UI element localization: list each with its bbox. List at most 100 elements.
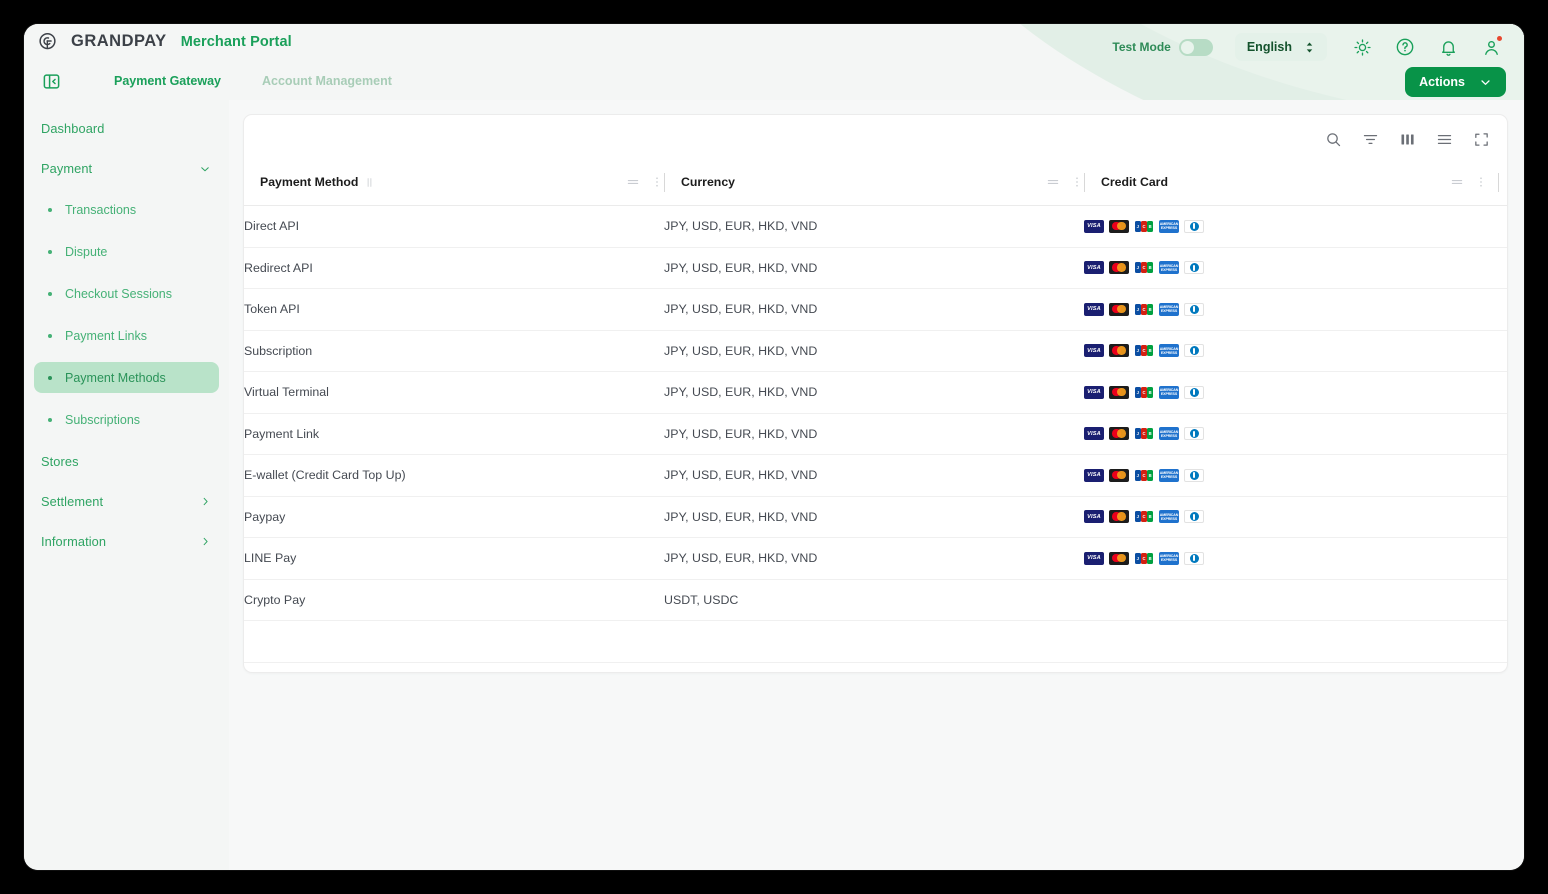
actions-button-label: Actions <box>1419 75 1465 89</box>
sidebar-item-dispute[interactable]: Dispute <box>34 236 219 267</box>
tab-account-management[interactable]: Account Management <box>260 70 394 92</box>
card-brand-list: VISA J C B AMERICAN EXPRESS <box>1084 302 1507 316</box>
card-brand-list: VISA J C B AMERICAN EXPRESS <box>1084 385 1507 399</box>
cell-credit-card: VISA J C B AMERICAN EXPRESS <box>1084 288 1507 331</box>
column-menu-icon[interactable] <box>1450 175 1464 189</box>
filler-cell <box>244 620 664 663</box>
table-row[interactable]: Direct API JPY, USD, EUR, HKD, VND VISA J C B… <box>244 205 1507 248</box>
diners-club-icon <box>1184 261 1204 275</box>
jcb-icon: JCB <box>1134 551 1154 565</box>
table-row[interactable]: Virtual Terminal JPY, USD, EUR, HKD, VND V… <box>244 371 1507 414</box>
cell-currency: JPY, USD, EUR, HKD, VND <box>664 205 1084 248</box>
search-button[interactable] <box>1323 129 1343 149</box>
jcb-icon: JCB <box>1134 510 1154 524</box>
sidebar-item-checkout-sessions[interactable]: Checkout Sessions <box>34 278 219 309</box>
tab-payment-gateway[interactable]: Payment Gateway <box>112 70 223 92</box>
column-divider[interactable] <box>1498 172 1499 192</box>
table-row[interactable]: Token API JPY, USD, EUR, HKD, VND VISA J C B A… <box>244 288 1507 331</box>
user-account-button[interactable] <box>1476 32 1506 62</box>
help-button[interactable] <box>1390 32 1420 62</box>
visa-icon: VISA <box>1084 427 1104 441</box>
cell-credit-card: VISA J C B AMERICAN EXPRESS <box>1084 371 1507 414</box>
app-window: GRANDPAY Merchant Portal Payment Gateway… <box>24 24 1524 870</box>
sidebar-item-transactions[interactable]: Transactions <box>34 194 219 225</box>
density-button[interactable] <box>1434 129 1454 149</box>
amex-icon: AMERICAN EXPRESS <box>1159 427 1179 441</box>
cell-currency: JPY, USD, EUR, HKD, VND <box>664 537 1084 580</box>
jcb-icon: JCB <box>1134 219 1154 233</box>
test-mode-toggle[interactable] <box>1178 38 1213 56</box>
table-scrollbar[interactable] <box>1499 211 1504 666</box>
sidebar-item-label: Information <box>41 534 107 549</box>
sidebar-collapse-button[interactable] <box>38 68 64 94</box>
payment-methods-card: Payment Method Currency Credit Card Dire… <box>243 114 1508 673</box>
sidebar-item-stores[interactable]: Stores <box>24 447 229 476</box>
column-menu-icon[interactable] <box>626 175 640 189</box>
sidebar-item-payment[interactable]: Payment <box>24 154 229 183</box>
fullscreen-button[interactable] <box>1471 129 1491 149</box>
sidebar-item-subscriptions[interactable]: Subscriptions <box>34 404 219 435</box>
mastercard-icon <box>1109 302 1129 316</box>
notification-bell-icon <box>1441 40 1455 56</box>
sort-updown-icon[interactable] <box>364 177 375 188</box>
filler-cell <box>1084 620 1507 663</box>
cell-credit-card: VISA J C B AMERICAN EXPRESS <box>1084 330 1507 372</box>
cell-credit-card: VISA J C B AMERICAN EXPRESS <box>1084 454 1507 497</box>
table-row[interactable]: E-wallet (Credit Card Top Up) JPY, USD, E… <box>244 454 1507 497</box>
language-select[interactable]: English <box>1234 33 1327 61</box>
notifications-button[interactable] <box>1433 32 1463 62</box>
sidebar-item-payment-methods[interactable]: Payment Methods <box>34 362 219 393</box>
column-more-icon[interactable] <box>1070 175 1084 189</box>
columns-button[interactable] <box>1397 129 1417 149</box>
table-row[interactable]: Subscription JPY, USD, EUR, HKD, VND VISA J… <box>244 330 1507 372</box>
sidebar-item-dashboard[interactable]: Dashboard <box>24 114 229 143</box>
sidebar-subitem-label: Payment Links <box>65 328 147 343</box>
sidebar-item-label: Settlement <box>41 494 104 509</box>
amex-icon: AMERICAN EXPRESS <box>1159 302 1179 316</box>
mastercard-icon <box>1109 385 1129 399</box>
sidebar-item-label: Stores <box>41 454 79 469</box>
sidebar-item-payment-links[interactable]: Payment Links <box>34 320 219 351</box>
sidebar-subitem-label: Payment Methods <box>65 370 166 385</box>
notification-badge-dot <box>1497 36 1502 41</box>
table-row[interactable]: LINE Pay JPY, USD, EUR, HKD, VND VISA J C B AM… <box>244 537 1507 580</box>
toggle-knob <box>1180 40 1194 54</box>
actions-button[interactable]: Actions <box>1405 67 1506 97</box>
cell-payment-method: Redirect API <box>244 247 664 289</box>
card-brand-list: VISA J C B AMERICAN EXPRESS <box>1084 510 1507 524</box>
columns-icon <box>1400 134 1414 144</box>
visa-icon: VISA <box>1084 551 1104 565</box>
cell-currency: JPY, USD, EUR, HKD, VND <box>664 330 1084 372</box>
column-more-icon[interactable] <box>650 175 664 189</box>
theme-toggle-button[interactable] <box>1347 32 1377 62</box>
column-menu-icon[interactable] <box>1046 175 1060 189</box>
cell-payment-method: LINE Pay <box>244 537 664 580</box>
column-divider[interactable] <box>664 172 665 192</box>
cell-payment-method: Subscription <box>244 330 664 372</box>
filter-button[interactable] <box>1360 129 1380 149</box>
cell-credit-card: VISA J C B AMERICAN EXPRESS <box>1084 247 1507 289</box>
bullet-icon <box>48 291 52 296</box>
help-circle-icon <box>1396 38 1414 56</box>
brand-name: GRANDPAY <box>71 32 167 50</box>
column-header-credit-card[interactable]: Credit Card <box>1084 163 1507 206</box>
column-divider[interactable] <box>1084 172 1085 192</box>
cell-credit-card: VISA J C B AMERICAN EXPRESS <box>1084 537 1507 580</box>
column-more-icon[interactable] <box>1474 175 1488 189</box>
cell-credit-card: VISA J C B AMERICAN EXPRESS <box>1084 413 1507 455</box>
sidebar-item-information[interactable]: Information <box>24 527 229 556</box>
sidebar-item-settlement[interactable]: Settlement <box>24 487 229 516</box>
table-row[interactable]: Paypay JPY, USD, EUR, HKD, VND VISA J C B AMER… <box>244 496 1507 538</box>
cell-payment-method: Paypay <box>244 496 664 538</box>
table-row[interactable]: Redirect API JPY, USD, EUR, HKD, VND VISA J… <box>244 247 1507 289</box>
table-row[interactable]: Crypto Pay USDT, USDC <box>244 579 1507 621</box>
cell-payment-method: Payment Link <box>244 413 664 455</box>
theme-sun-icon <box>1353 38 1371 56</box>
chevron-right-icon <box>203 497 208 506</box>
mastercard-icon <box>1109 261 1129 275</box>
column-header-payment-method[interactable]: Payment Method <box>244 163 664 206</box>
column-header-currency[interactable]: Currency <box>664 163 1084 206</box>
sidebar-item-label: Payment <box>41 161 93 176</box>
table-row[interactable]: Payment Link JPY, USD, EUR, HKD, VND VISA J… <box>244 413 1507 455</box>
amex-icon: AMERICAN EXPRESS <box>1159 510 1179 524</box>
